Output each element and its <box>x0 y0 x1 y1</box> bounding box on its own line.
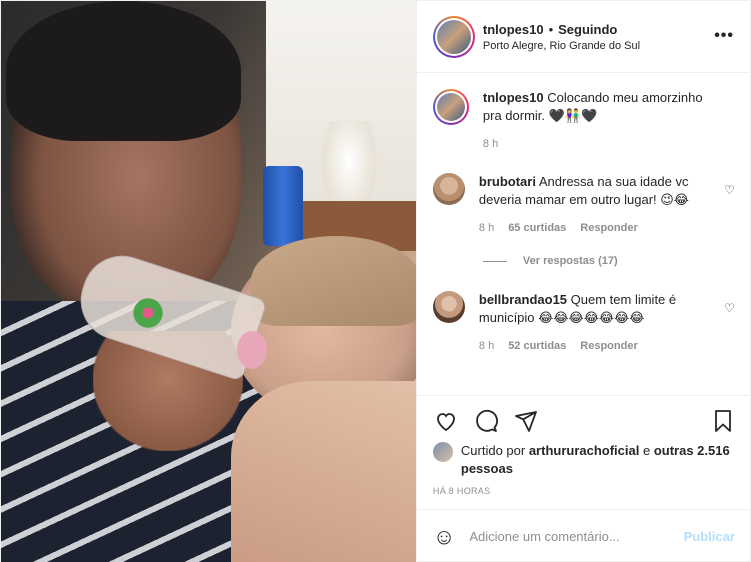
comment-time: 8 h <box>478 222 495 234</box>
publish-button[interactable]: Publicar <box>684 529 735 544</box>
caption-time: 8 h <box>482 138 499 150</box>
comment: bellbrandao15 Quem tem limite é municípi… <box>432 291 735 355</box>
liker-username[interactable]: arthururachoficial <box>529 443 640 458</box>
reply-button[interactable]: Responder <box>580 219 637 237</box>
emoji-icon[interactable]: ☺ <box>433 524 455 550</box>
comment: brubotari Andressa na sua idade vc dever… <box>432 173 735 237</box>
comment-likes[interactable]: 65 curtidas <box>508 219 566 237</box>
post-sidebar: tnlopes10 • Seguindo Porto Alegre, Rio G… <box>415 1 751 562</box>
comment-time: 8 h <box>478 340 495 352</box>
post-photo[interactable] <box>1 1 416 562</box>
view-replies-button[interactable]: Ver respostas (17) <box>482 255 735 267</box>
share-icon[interactable] <box>513 409 539 433</box>
add-comment-bar: ☺ Publicar <box>416 509 751 562</box>
comment-heart-icon[interactable]: ♡ <box>724 301 735 315</box>
post-header: tnlopes10 • Seguindo Porto Alegre, Rio G… <box>416 1 750 73</box>
avatar[interactable] <box>432 291 465 323</box>
avatar[interactable] <box>432 89 469 125</box>
separator-dot: • <box>548 21 554 37</box>
location-link[interactable]: Porto Alegre, Rio Grande do Sul <box>483 40 640 52</box>
reply-button[interactable]: Responder <box>580 337 637 355</box>
avatar[interactable] <box>432 15 475 58</box>
heart-icon[interactable] <box>433 409 459 433</box>
avatar[interactable] <box>432 173 465 205</box>
more-options-icon[interactable]: ••• <box>714 27 734 45</box>
likes-summary: Curtido por arthururachoficial e outras … <box>432 442 735 478</box>
instagram-post: tnlopes10 • Seguindo Porto Alegre, Rio G… <box>0 0 751 562</box>
post-actions: Curtido por arthururachoficial e outras … <box>416 395 751 504</box>
bookmark-icon[interactable] <box>711 408 735 434</box>
following-button[interactable]: Seguindo <box>558 22 617 37</box>
avatar[interactable] <box>432 442 453 462</box>
comment-heart-icon[interactable]: ♡ <box>724 183 735 197</box>
post-timestamp: HÁ 8 HORAS <box>432 486 491 496</box>
comment-icon[interactable] <box>473 409 499 433</box>
comment-username[interactable]: brubotari <box>479 174 536 189</box>
comment-likes[interactable]: 52 curtidas <box>508 337 566 355</box>
caption: tnlopes10 Colocando meu amorzinho pra do… <box>432 89 735 153</box>
comment-input[interactable] <box>469 529 684 544</box>
username-link[interactable]: tnlopes10 <box>483 22 544 37</box>
comments-section[interactable]: tnlopes10 Colocando meu amorzinho pra do… <box>417 73 751 395</box>
comment-username[interactable]: bellbrandao15 <box>479 292 567 307</box>
caption-username[interactable]: tnlopes10 <box>483 90 544 105</box>
